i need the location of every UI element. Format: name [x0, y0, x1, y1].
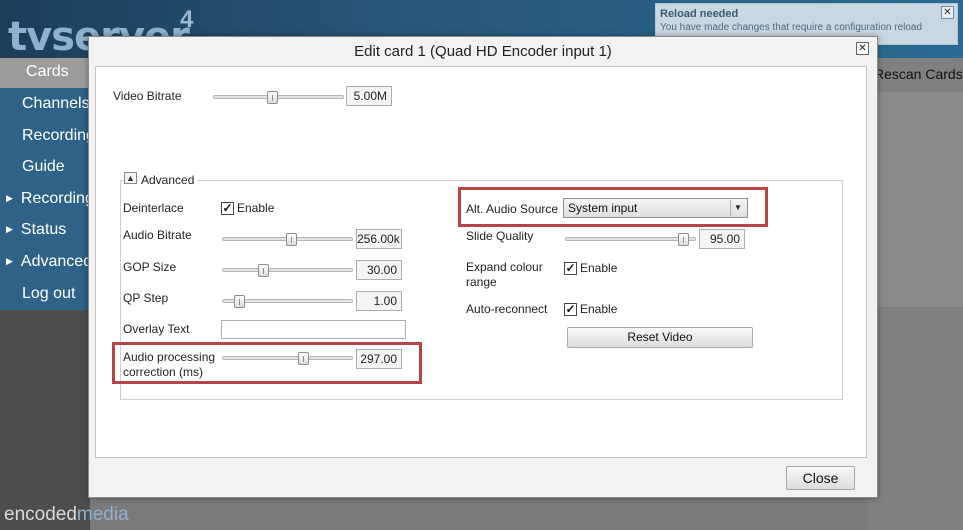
gop-size-value[interactable]: 30.00	[356, 260, 402, 280]
expand-arrow-icon: ▶	[6, 193, 13, 204]
qp-step-value[interactable]: 1.00	[356, 291, 402, 311]
app-logo-version: 4	[180, 6, 194, 33]
deinterlace-checkbox[interactable]: ✓	[221, 202, 234, 215]
advanced-group-label: Advanced	[138, 173, 198, 188]
expand-arrow-icon: ▶	[6, 256, 13, 267]
slide-quality-slider[interactable]	[565, 233, 696, 246]
nav-logout[interactable]: Log out	[22, 285, 75, 303]
expand-colour-enable-label: Enable	[580, 261, 618, 275]
nav-cards[interactable]: Cards	[0, 58, 90, 88]
close-button[interactable]: Close	[786, 466, 855, 490]
nav-advanced[interactable]: ▶ Advanced	[6, 253, 92, 271]
slide-quality-label: Slide Quality	[466, 229, 534, 243]
expand-colour-checkbox[interactable]: ✓	[564, 262, 577, 275]
collapse-icon[interactable]: ▲	[124, 172, 137, 184]
expand-colour-label-line1: Expand colour	[466, 260, 543, 274]
rescan-cards-label: Rescan Cards	[874, 66, 963, 82]
auto-reconnect-checkbox[interactable]: ✓	[564, 303, 577, 316]
slide-quality-value[interactable]: 95.00	[699, 229, 745, 249]
nav-cards-label: Cards	[26, 63, 69, 80]
expand-arrow-icon: ▶	[6, 224, 13, 235]
footer-brand: encodedmedia	[4, 504, 129, 526]
audio-bitrate-label: Audio Bitrate	[123, 228, 192, 242]
notification-close-icon[interactable]: ✕	[941, 6, 954, 19]
audio-bitrate-value[interactable]: 256.00k	[356, 229, 402, 249]
rescan-cards-button[interactable]: Rescan Cards ▼	[874, 66, 963, 82]
gop-size-label: GOP Size	[123, 260, 177, 274]
video-bitrate-slider[interactable]	[213, 91, 344, 104]
dialog-body: Video Bitrate 5.00M ▲ Advanced Deinterla…	[95, 66, 867, 458]
dialog-close-icon[interactable]: ✕	[856, 42, 869, 55]
nav-guide[interactable]: Guide	[22, 158, 65, 176]
slider-thumb[interactable]	[258, 264, 269, 277]
video-bitrate-label: Video Bitrate	[113, 89, 182, 103]
nav-advanced-label: Advanced	[20, 253, 93, 270]
overlay-text-label: Overlay Text	[123, 322, 190, 336]
sidebar-footer	[0, 310, 90, 530]
auto-reconnect-label: Auto-reconnect	[466, 302, 548, 316]
notification-message: You have made changes that require a con…	[660, 22, 923, 33]
slider-track	[213, 95, 344, 99]
audio-bitrate-slider[interactable]	[222, 233, 353, 246]
dialog-title: Edit card 1 (Quad HD Encoder input 1)	[354, 43, 612, 60]
expand-colour-label-line2: range	[466, 275, 497, 289]
nav-status[interactable]: ▶ Status	[6, 221, 66, 239]
audio-processing-highlight	[112, 342, 422, 384]
right-panel-content	[868, 92, 963, 307]
qp-step-label: QP Step	[123, 291, 169, 305]
overlay-text-input[interactable]	[221, 320, 406, 339]
alt-audio-source-highlight	[458, 187, 768, 227]
footer-brand-a: encoded	[4, 504, 77, 525]
edit-card-dialog: Edit card 1 (Quad HD Encoder input 1) ✕ …	[88, 36, 878, 498]
deinterlace-enable-label: Enable	[237, 201, 275, 215]
deinterlace-label: Deinterlace	[123, 201, 184, 215]
slider-thumb[interactable]	[678, 233, 689, 246]
notification-title: Reload needed	[660, 8, 739, 20]
reset-video-button[interactable]: Reset Video	[567, 327, 753, 348]
auto-reconnect-enable-label: Enable	[580, 302, 618, 316]
footer-brand-b: media	[76, 504, 129, 525]
slider-thumb[interactable]	[267, 91, 278, 104]
slider-track	[222, 268, 353, 272]
slider-thumb[interactable]	[234, 295, 245, 308]
video-bitrate-value[interactable]: 5.00M	[346, 86, 392, 106]
slider-thumb[interactable]	[286, 233, 297, 246]
slider-track	[565, 237, 696, 241]
nav-status-label: Status	[20, 221, 67, 238]
nav-channels[interactable]: Channels	[22, 95, 90, 113]
qp-step-slider[interactable]	[222, 295, 353, 308]
gop-size-slider[interactable]	[222, 264, 353, 277]
